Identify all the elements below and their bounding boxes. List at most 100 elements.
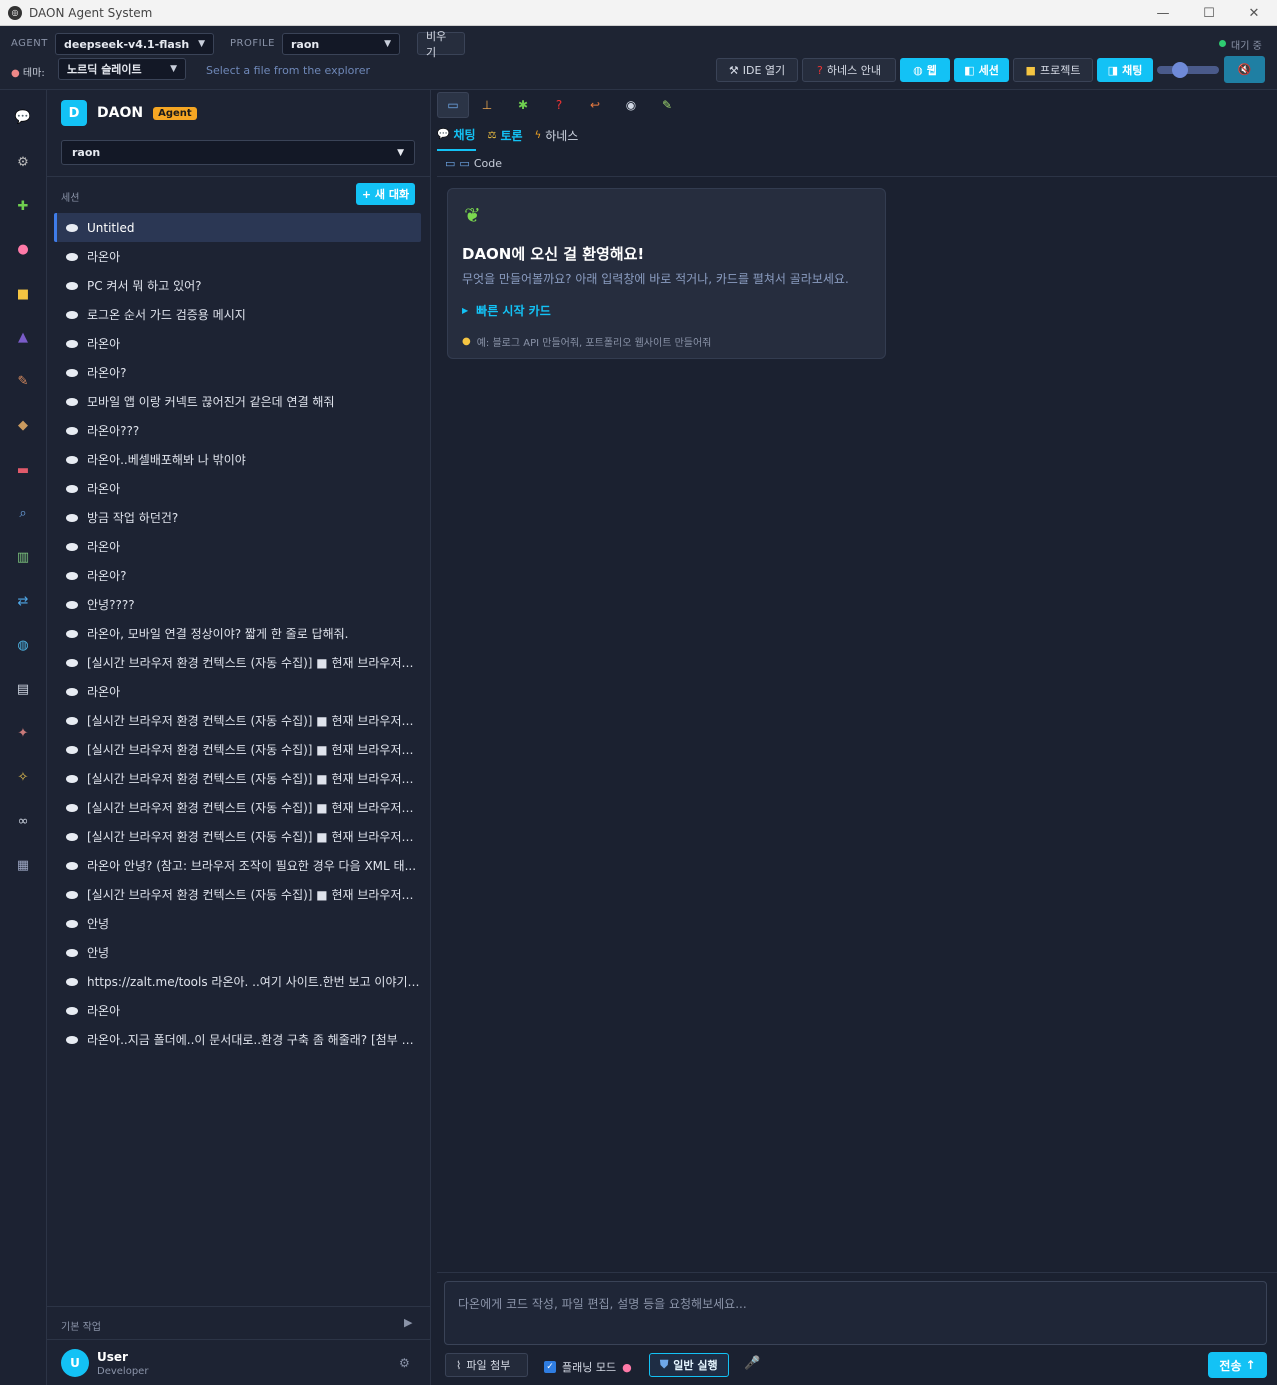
document-icon[interactable]: ▤ [12, 678, 34, 700]
memo-icon[interactable]: ✎ [12, 370, 34, 392]
clear-button[interactable]: 비우기 [417, 30, 465, 59]
chart-icon[interactable]: ▥ [12, 546, 34, 568]
laptop-icon[interactable]: ▭ [437, 92, 469, 118]
session-item[interactable]: PC 켜서 뭐 하고 있어? [54, 271, 421, 300]
user-icon[interactable]: ▲ [12, 326, 34, 348]
session-title: 라온아 [87, 337, 121, 351]
question-icon[interactable]: ? [541, 92, 577, 118]
puzzle-icon[interactable]: ✚ [12, 195, 34, 217]
session-item[interactable]: Untitled [54, 213, 421, 242]
session-item[interactable]: 모바일 앱 이랑 커넥트 끊어진거 같은데 연결 해줘 [54, 387, 421, 416]
eye-icon[interactable]: ◉ [613, 92, 649, 118]
clapper-icon[interactable]: ▦ [12, 854, 34, 876]
close-button[interactable]: ✕ [1231, 0, 1277, 26]
harness-guide-button[interactable]: ? 하네스 안내 [802, 58, 896, 82]
bug-icon[interactable]: ✱ [505, 92, 541, 118]
session-list: Untitled 라온아 PC 켜서 뭐 하고 있어? 로그온 순서 가드 검증용 메… [54, 213, 421, 1054]
tab-chat[interactable]: 💬 채팅 [437, 126, 476, 151]
session-item[interactable]: 라온아..지금 폴더에..이 문서대로..환경 구축 좀 해줄래? [첨부 파.… [54, 1025, 421, 1054]
planning-mode-toggle[interactable]: ✓ 플래닝 모드 ● [544, 1359, 632, 1375]
session-item[interactable]: 라온아 [54, 677, 421, 706]
chat-input[interactable]: 다온에게 코드 작성, 파일 편집, 설명 등을 요청해보세요... [444, 1281, 1267, 1345]
attach-file-button[interactable]: ⌇ 파일 첨부 [445, 1353, 528, 1377]
theme-select-value: 노르딕 슬레이트 [67, 63, 142, 76]
session-item[interactable]: [실시간 브라우저 환경 컨텍스트 (자동 수집)] ■ 현재 브라우저에... [54, 793, 421, 822]
tab-debate[interactable]: ⚖ 토론 [488, 126, 523, 151]
session-button[interactable]: ◧ 세션 [954, 58, 1009, 82]
session-item[interactable]: 로그온 순서 가드 검증용 메시지 [54, 300, 421, 329]
session-item[interactable]: 라온아..베셀배포해봐 나 밖이야 [54, 445, 421, 474]
pin-icon[interactable]: ✦ [12, 722, 34, 744]
profile-select[interactable]: raon ▼ [282, 33, 400, 55]
chat-bubble-icon [66, 745, 78, 754]
mute-button[interactable]: 🔇 [1224, 56, 1265, 83]
maximize-button[interactable]: ☐ [1186, 0, 1232, 26]
folder-icon[interactable]: ■ [12, 283, 34, 305]
lightbulb-icon: ● [462, 336, 471, 347]
session-item[interactable]: 라온아 안녕? (참고: 브라우저 조작이 필요한 경우 다음 XML 태... [54, 851, 421, 880]
project-label: 프로젝트 [1039, 64, 1081, 77]
send-button[interactable]: 전송 ↑ [1208, 1352, 1267, 1378]
session-item[interactable]: [실시간 브라우저 환경 컨텍스트 (자동 수집)] ■ 현재 브라우저에... [54, 735, 421, 764]
session-item[interactable]: 라온아 [54, 996, 421, 1025]
brain-icon[interactable]: ● [12, 238, 34, 260]
session-item[interactable]: 라온아??? [54, 416, 421, 445]
zoom-slider-track[interactable] [1157, 66, 1219, 74]
session-item[interactable]: 라온아 [54, 242, 421, 271]
theme-label: ● 테마: [11, 64, 45, 79]
chat-bubble-icon [66, 832, 78, 841]
new-chat-button[interactable]: + 새 대화 [356, 183, 415, 205]
session-item[interactable]: [실시간 브라우저 환경 컨텍스트 (자동 수집)] ■ 현재 브라우저에... [54, 764, 421, 793]
toolbox-icon[interactable]: ▬ [12, 459, 34, 481]
web-button[interactable]: ◍ 웹 [900, 58, 950, 82]
quick-start-toggle[interactable]: ▶ 빠른 시작 카드 [462, 302, 551, 319]
chat-icon[interactable]: 💬 [12, 106, 34, 128]
session-item[interactable]: [실시간 브라우저 환경 컨텍스트 (자동 수집)] ■ 현재 브라우저에... [54, 648, 421, 677]
session-item[interactable]: 라온아 [54, 329, 421, 358]
package-icon[interactable]: ◆ [12, 414, 34, 436]
globe-icon[interactable]: ◍ [12, 634, 34, 656]
laptop-icon: ▭ [459, 157, 470, 170]
session-item[interactable]: 안녕 [54, 938, 421, 967]
code-view-label[interactable]: ▭ ▭ Code [445, 157, 502, 170]
session-item[interactable]: 라온아? [54, 358, 421, 387]
session-item[interactable]: [실시간 브라우저 환경 컨텍스트 (자동 수집)] ■ 현재 브라우저에... [54, 706, 421, 735]
sidebar-profile-select[interactable]: raon ▼ [61, 140, 415, 165]
magic-wand-icon[interactable]: ✧ [12, 766, 34, 788]
quick-start-label: 빠른 시작 카드 [476, 304, 551, 318]
shuffle-icon[interactable]: ⇄ [12, 590, 34, 612]
session-item[interactable]: 라온아? [54, 561, 421, 590]
minimize-button[interactable]: — [1140, 0, 1186, 26]
pencil-icon[interactable]: ✎ [649, 92, 685, 118]
theme-select[interactable]: 노르딕 슬레이트 ▼ [58, 58, 186, 80]
tab-harness[interactable]: ϟ 하네스 [535, 126, 579, 151]
search-icon[interactable]: ⌕ [12, 502, 34, 524]
avatar[interactable]: U [61, 1349, 89, 1377]
chat-bubble-icon [66, 687, 78, 696]
gear-icon[interactable]: ⚙ [12, 151, 34, 173]
zoom-slider-handle[interactable] [1172, 62, 1188, 78]
chat-panel-button[interactable]: ◨ 채팅 [1097, 58, 1153, 82]
session-title: https://zalt.me/tools 라온아. ..여기 사이트.한번 보… [87, 975, 421, 989]
session-item[interactable]: [실시간 브라우저 환경 컨텍스트 (자동 수집)] ■ 현재 브라우저에... [54, 880, 421, 909]
agent-select[interactable]: deepseek-v4.1-flash ▼ [55, 33, 214, 55]
link-icon[interactable]: ∞ [12, 810, 34, 832]
profile-select-value: raon [291, 37, 320, 51]
settings-gear-icon[interactable]: ⚙ [399, 1356, 410, 1370]
project-button[interactable]: ■ 프로젝트 [1013, 58, 1093, 82]
session-item[interactable]: 안녕 [54, 909, 421, 938]
session-item[interactable]: 방금 작업 하던건? [54, 503, 421, 532]
ide-open-button[interactable]: ⚒ IDE 열기 [716, 58, 798, 82]
boomerang-icon[interactable]: ↩ [577, 92, 613, 118]
tree-icon[interactable]: ⊥ [469, 92, 505, 118]
play-icon[interactable]: ▶ [404, 1316, 412, 1329]
session-item[interactable]: 라온아 [54, 532, 421, 561]
session-item[interactable]: 라온아 [54, 474, 421, 503]
session-item[interactable]: [실시간 브라우저 환경 컨텍스트 (자동 수집)] ■ 현재 브라우저에... [54, 822, 421, 851]
session-item[interactable]: 안녕???? [54, 590, 421, 619]
microphone-icon[interactable]: 🎤 [744, 1356, 760, 1371]
planning-mode-checkbox[interactable]: ✓ [544, 1361, 556, 1373]
run-mode-button[interactable]: ⛊ 일반 실행 [649, 1353, 729, 1377]
session-item[interactable]: 라온아, 모바일 연결 정상이야? 짧게 한 줄로 답해줘. [54, 619, 421, 648]
session-item[interactable]: https://zalt.me/tools 라온아. ..여기 사이트.한번 보… [54, 967, 421, 996]
